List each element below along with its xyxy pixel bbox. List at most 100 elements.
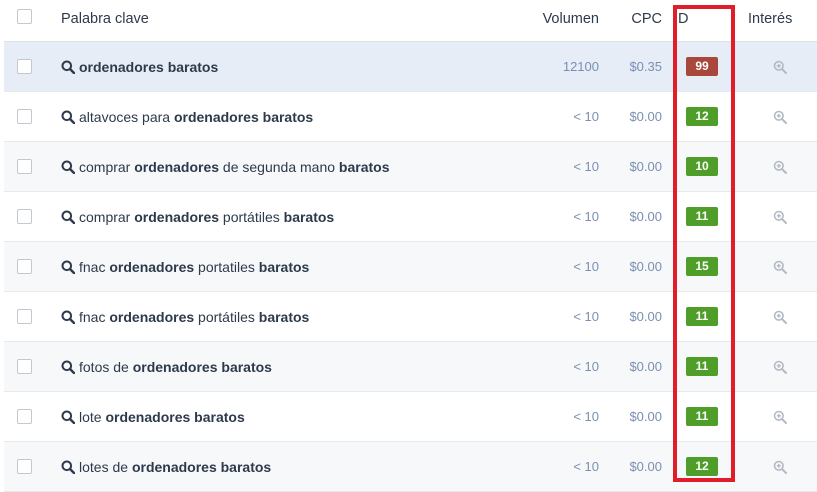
zoom-in-icon[interactable] xyxy=(773,460,787,474)
search-icon[interactable] xyxy=(61,210,76,224)
column-header-cpc[interactable]: CPC xyxy=(607,11,662,27)
keyword-extra-text: portátiles xyxy=(194,308,259,325)
keyword-match-text: ordenadores xyxy=(109,258,195,275)
keyword-text[interactable]: lotes de ordenadores baratos xyxy=(79,459,271,475)
keyword-text[interactable]: fnac ordenadores portatiles baratos xyxy=(79,259,309,275)
table-row[interactable]: altavoces para ordenadores baratos < 10 $0… xyxy=(4,92,817,142)
keyword-table: Palabra clave Volumen CPC ID Interés ord… xyxy=(0,0,817,492)
id-cell: 10 xyxy=(662,157,742,176)
column-header-id[interactable]: ID xyxy=(662,11,742,27)
table-row[interactable]: comprar ordenadores de segunda mano bara… xyxy=(4,142,817,192)
keyword-cell[interactable]: lotes de ordenadores baratos xyxy=(44,459,502,475)
keyword-match-text: ordenadores xyxy=(134,208,220,225)
cpc-cell: $0.35 xyxy=(629,59,662,74)
table-row[interactable]: fnac ordenadores portatiles baratos < 10 $… xyxy=(4,242,817,292)
keyword-text[interactable]: comprar ordenadores portátiles baratos xyxy=(79,209,334,225)
zoom-in-icon[interactable] xyxy=(773,360,787,374)
keyword-text[interactable]: comprar ordenadores de segunda mano bara… xyxy=(79,159,390,175)
difficulty-badge: 15 xyxy=(686,257,718,276)
keyword-extra-text: fnac xyxy=(79,258,110,275)
search-icon[interactable] xyxy=(61,110,76,124)
keyword-cell[interactable]: altavoces para ordenadores baratos xyxy=(44,109,502,125)
volume-cell: < 10 xyxy=(573,159,599,174)
keyword-match-text: ordenadores xyxy=(109,308,195,325)
interest-cell xyxy=(742,310,817,324)
volume-cell: < 10 xyxy=(573,259,599,274)
volume-cell: < 10 xyxy=(573,459,599,474)
table-row[interactable]: comprar ordenadores portátiles baratos < … xyxy=(4,192,817,242)
column-header-interest[interactable]: Interés xyxy=(742,11,817,27)
table-row[interactable]: lotes de ordenadores baratos < 10 $0.00 12 xyxy=(4,442,817,492)
row-select-cell xyxy=(4,209,44,224)
column-header-volume[interactable]: Volumen xyxy=(502,11,607,27)
search-icon[interactable] xyxy=(61,260,76,274)
cpc-cell: $0.00 xyxy=(629,259,662,274)
row-select-cell xyxy=(4,409,44,424)
volume-cell: < 10 xyxy=(573,409,599,424)
cpc-cell: $0.00 xyxy=(629,359,662,374)
keyword-cell[interactable]: comprar ordenadores de segunda mano bara… xyxy=(44,159,502,175)
row-checkbox[interactable] xyxy=(16,259,32,274)
row-checkbox[interactable] xyxy=(16,209,32,224)
keyword-cell[interactable]: fnac ordenadores portátiles baratos xyxy=(44,309,502,325)
zoom-in-icon[interactable] xyxy=(773,310,787,324)
search-icon[interactable] xyxy=(61,460,76,474)
keyword-text[interactable]: ordenadores baratos xyxy=(79,59,218,75)
keyword-text[interactable]: fnac ordenadores portátiles baratos xyxy=(79,309,309,325)
keyword-match-text: baratos xyxy=(283,208,335,225)
zoom-in-icon[interactable] xyxy=(773,60,787,74)
row-checkbox[interactable] xyxy=(16,159,32,174)
keyword-cell[interactable]: comprar ordenadores portátiles baratos xyxy=(44,209,502,225)
table-row[interactable]: lote ordenadores baratos < 10 $0.00 11 xyxy=(4,392,817,442)
table-header: Palabra clave Volumen CPC ID Interés xyxy=(4,0,817,42)
keyword-match-text: baratos xyxy=(258,258,310,275)
row-checkbox[interactable] xyxy=(16,359,32,374)
keyword-match-text: ordenadores baratos xyxy=(173,108,314,125)
keyword-text[interactable]: lote ordenadores baratos xyxy=(79,409,245,425)
row-checkbox[interactable] xyxy=(16,59,32,74)
keyword-extra-text: fotos de xyxy=(79,358,133,375)
keyword-cell[interactable]: fotos de ordenadores baratos xyxy=(44,359,502,375)
keyword-text[interactable]: fotos de ordenadores baratos xyxy=(79,359,272,375)
keyword-text[interactable]: altavoces para ordenadores baratos xyxy=(79,109,313,125)
column-header-keyword[interactable]: Palabra clave xyxy=(44,11,502,27)
zoom-in-icon[interactable] xyxy=(773,410,787,424)
zoom-in-icon[interactable] xyxy=(773,160,787,174)
search-icon[interactable] xyxy=(61,160,76,174)
row-select-cell xyxy=(4,159,44,174)
id-cell: 12 xyxy=(662,457,742,476)
interest-cell xyxy=(742,60,817,74)
search-icon[interactable] xyxy=(61,310,76,324)
volume-cell: < 10 xyxy=(573,359,599,374)
select-all-checkbox[interactable] xyxy=(16,9,32,24)
interest-cell xyxy=(742,360,817,374)
search-icon[interactable] xyxy=(61,410,76,424)
zoom-in-icon[interactable] xyxy=(773,110,787,124)
table-row[interactable]: ordenadores baratos 12100 $0.35 99 xyxy=(4,42,817,92)
keyword-match-text: ordenadores baratos xyxy=(131,458,272,475)
keyword-cell[interactable]: ordenadores baratos xyxy=(44,59,502,75)
row-checkbox[interactable] xyxy=(16,109,32,124)
row-select-cell xyxy=(4,259,44,274)
search-icon[interactable] xyxy=(61,360,76,374)
difficulty-badge: 11 xyxy=(686,307,718,326)
row-checkbox[interactable] xyxy=(16,409,32,424)
difficulty-badge: 12 xyxy=(686,457,718,476)
search-icon[interactable] xyxy=(61,60,76,74)
keyword-cell[interactable]: lote ordenadores baratos xyxy=(44,409,502,425)
cpc-cell: $0.00 xyxy=(629,109,662,124)
keyword-cell[interactable]: fnac ordenadores portatiles baratos xyxy=(44,259,502,275)
row-select-cell xyxy=(4,309,44,324)
keyword-match-text: ordenadores baratos xyxy=(132,358,272,375)
id-cell: 11 xyxy=(662,307,742,326)
table-row[interactable]: fnac ordenadores portátiles baratos < 10 $… xyxy=(4,292,817,342)
row-checkbox[interactable] xyxy=(16,309,32,324)
volume-cell: < 10 xyxy=(573,209,599,224)
row-checkbox[interactable] xyxy=(16,459,32,474)
zoom-in-icon[interactable] xyxy=(773,260,787,274)
table-row[interactable]: fotos de ordenadores baratos < 10 $0.00 11 xyxy=(4,342,817,392)
keyword-match-text: ordenadores xyxy=(134,158,220,175)
row-select-cell xyxy=(4,359,44,374)
zoom-in-icon[interactable] xyxy=(773,210,787,224)
interest-cell xyxy=(742,160,817,174)
